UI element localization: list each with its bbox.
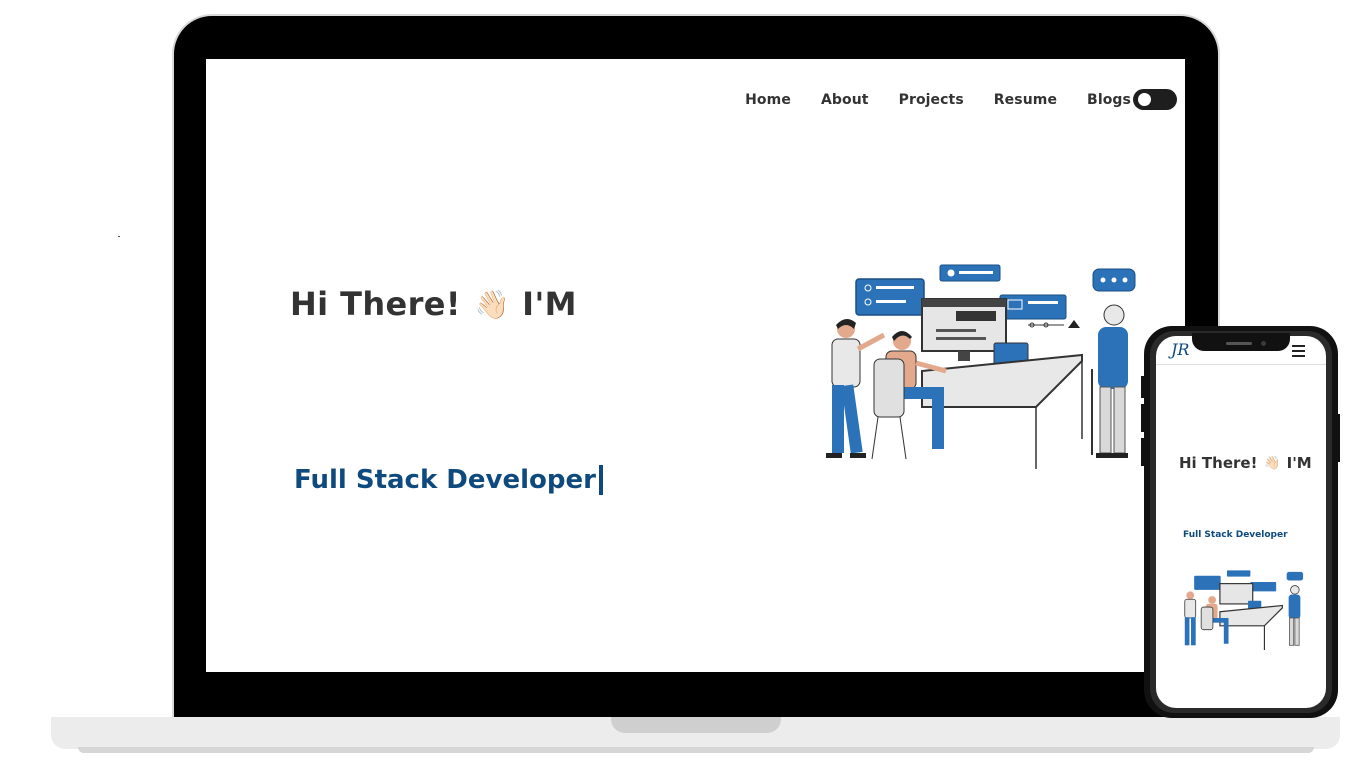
- greeting-im: I'M: [522, 285, 577, 323]
- laptop-base-shadow: [78, 747, 1314, 753]
- phone-camera: [1261, 341, 1266, 346]
- mobile-logo[interactable]: JR: [1171, 340, 1189, 359]
- nav-about[interactable]: About: [821, 92, 869, 108]
- phone-volume-down: [1141, 404, 1144, 432]
- greeting-text: Hi There!: [290, 285, 461, 323]
- phone-silent-switch: [1141, 438, 1144, 466]
- mobile-wave-emoji-icon: 👋🏻: [1264, 455, 1281, 471]
- nav-projects[interactable]: Projects: [899, 92, 964, 108]
- phone-screen: JR Hi There! 👋🏻 I'M Full Stack Developer: [1156, 336, 1326, 708]
- nav-home[interactable]: Home: [745, 92, 791, 108]
- phone-speaker: [1226, 342, 1252, 345]
- theme-toggle-knob: [1138, 93, 1151, 106]
- wave-emoji-icon: 👋🏻: [474, 287, 511, 321]
- typewriter-text: Full Stack Developer: [294, 465, 603, 495]
- hero-greeting: Hi There! 👋🏻 I'M: [290, 285, 577, 323]
- mobile-greeting-text: Hi There!: [1179, 454, 1258, 472]
- main-nav: Home About Projects Resume Blogs: [715, 89, 1177, 110]
- laptop-screen: Home About Projects Resume Blogs Hi Ther…: [206, 59, 1185, 672]
- hero-illustration: [826, 264, 1136, 469]
- typed-role: Full Stack Developer: [294, 465, 596, 495]
- mobile-typed-role: Full Stack Developer: [1183, 530, 1288, 540]
- typing-cursor: [598, 465, 603, 495]
- phone-power-button: [1337, 414, 1340, 462]
- mobile-greeting-im: I'M: [1286, 454, 1312, 472]
- menu-icon[interactable]: [1292, 345, 1305, 360]
- phone-volume-up: [1141, 376, 1144, 398]
- stray-dot: [118, 236, 120, 237]
- mobile-greeting: Hi There! 👋🏻 I'M: [1179, 454, 1312, 472]
- theme-toggle[interactable]: [1133, 89, 1177, 110]
- mobile-hero-illustration: [1184, 570, 1304, 650]
- laptop-trackpad-notch: [611, 717, 781, 733]
- nav-blogs[interactable]: Blogs: [1087, 92, 1131, 108]
- nav-resume[interactable]: Resume: [994, 92, 1057, 108]
